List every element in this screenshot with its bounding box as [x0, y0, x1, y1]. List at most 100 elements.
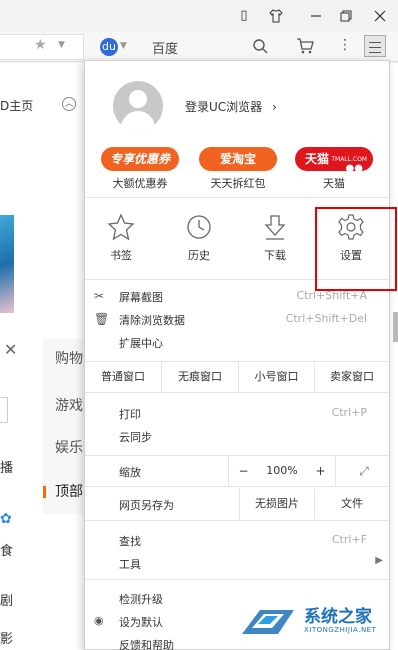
toolbar: ★ ▼ du ▼ 百度 ⋮ — [0, 32, 398, 62]
chevron-down-icon[interactable]: ▼ — [58, 40, 65, 50]
promo-taobao[interactable]: 爱淘宝 天天拆红包 — [199, 147, 277, 191]
watermark-subtext: XITONGZHIJIA.NET — [304, 626, 377, 634]
save-lossless-image[interactable]: 无损图片 — [239, 489, 315, 519]
fullscreen-icon[interactable]: ⤢ — [339, 456, 389, 486]
watermark-logo-icon — [242, 610, 294, 634]
tool-downloads[interactable]: 下载 — [251, 213, 299, 263]
zoom-value: 100% — [266, 464, 298, 477]
trash-icon: 🗑 — [94, 312, 110, 326]
menu-item-print[interactable]: 打印 Ctrl+P — [85, 402, 389, 424]
menu-icon[interactable] — [364, 35, 386, 57]
tool-history[interactable]: 历史 — [175, 213, 223, 263]
settings-highlight-box — [315, 207, 397, 291]
left-text-2[interactable]: 食 — [0, 540, 13, 559]
restore-icon[interactable] — [336, 6, 356, 26]
save-file[interactable]: 文件 — [315, 489, 389, 519]
banner-image[interactable] — [0, 215, 14, 313]
menu-item-extensions[interactable]: 扩展中心 — [85, 331, 389, 353]
watermark: 系统之家 XITONGZHIJIA.NET — [238, 600, 396, 648]
cat-icon: ●● — [345, 163, 363, 174]
zoom-in-button[interactable]: + — [306, 456, 336, 486]
radio-icon: ◉ — [94, 614, 104, 627]
window-mode-seller[interactable]: 卖家窗口 — [315, 362, 389, 392]
menu-item-cloud-sync-label: 云同步 — [119, 431, 152, 444]
divider — [85, 197, 389, 198]
engine-chevron-icon[interactable]: ▼ — [120, 41, 127, 51]
star-icon[interactable]: ★ — [34, 37, 47, 53]
window-mode-small[interactable]: 小号窗口 — [239, 362, 315, 392]
shirt-icon[interactable] — [266, 6, 286, 26]
menu-item-tools-label: 工具 — [119, 558, 141, 571]
clock-icon — [187, 215, 211, 239]
window-mode-incognito[interactable]: 无痕窗口 — [162, 362, 239, 392]
tool-bookmarks[interactable]: 书签 — [97, 213, 145, 263]
active-indicator — [43, 486, 46, 498]
login-label: 登录UC浏览器 — [185, 100, 263, 114]
search-engine-label[interactable]: 百度 — [152, 38, 178, 57]
left-text-1[interactable]: 播 — [0, 457, 13, 476]
watermark-text: 系统之家 — [304, 607, 372, 627]
chevron-right-icon: › — [272, 100, 277, 114]
star-icon — [107, 213, 135, 241]
save-page-label[interactable]: 网页另存为 — [119, 497, 174, 513]
menu-item-feedback-label: 反馈和帮助 — [119, 639, 174, 650]
zoom-out-button[interactable]: − — [228, 456, 258, 486]
scissors-icon: ✂ — [94, 289, 105, 303]
baidu-icon[interactable]: du — [100, 38, 118, 56]
side-item-games[interactable]: 游戏 — [55, 395, 83, 415]
promo-row: 专享优惠券 大额优惠券 爱淘宝 天天拆红包 天猫 TMALL.COM ●● 天猫 — [99, 147, 379, 191]
menu-item-tools[interactable]: 工具 ▶ — [85, 552, 389, 574]
menu-item-find[interactable]: 查找 Ctrl+F — [85, 529, 389, 551]
promo-taobao-label: 天天拆红包 — [210, 177, 266, 190]
promo-coupon[interactable]: 专享优惠券 大额优惠券 — [101, 147, 179, 191]
title-bar: ▯ — [0, 0, 398, 32]
page-scrollbar[interactable] — [393, 312, 398, 342]
tool-downloads-label: 下载 — [264, 249, 286, 262]
menu-item-check-update-label: 检测升级 — [119, 593, 163, 606]
menu-item-extensions-label: 扩展中心 — [119, 337, 163, 350]
save-page-row: 网页另存为 无损图片 文件 — [85, 489, 389, 521]
left-input-fragment[interactable] — [0, 397, 8, 423]
login-link[interactable]: 登录UC浏览器 › — [185, 98, 277, 115]
left-text-3[interactable]: 剧 — [0, 590, 13, 609]
main-menu: 登录UC浏览器 › 专享优惠券 大额优惠券 爱淘宝 天天拆红包 天猫 TMALL… — [84, 60, 390, 650]
tool-history-label: 历史 — [188, 249, 210, 262]
window-mode-row: 普通窗口 无痕窗口 小号窗口 卖家窗口 — [85, 361, 389, 393]
search-icon[interactable] — [252, 38, 268, 58]
shortcut-find: Ctrl+F — [331, 533, 367, 546]
promo-coupon-label: 大额优惠券 — [112, 177, 168, 190]
promo-taobao-pill: 爱淘宝 — [199, 147, 277, 171]
tool-bookmarks-label: 书签 — [110, 249, 132, 262]
more-icon[interactable]: ⋮ — [338, 37, 352, 53]
phone-icon[interactable]: ▯ — [234, 6, 254, 26]
divider — [85, 579, 389, 580]
side-item-entertainment[interactable]: 娱乐 — [55, 437, 83, 457]
home-link[interactable]: D主页 — [0, 97, 33, 114]
avatar[interactable] — [113, 81, 163, 131]
zoom-label: 缩放 — [119, 466, 141, 479]
close-icon[interactable] — [370, 6, 390, 26]
left-text-4[interactable]: 影 — [0, 628, 13, 647]
chevron-right-icon: ▶ — [375, 555, 383, 566]
promo-tmall-pill: 天猫 TMALL.COM ●● — [295, 147, 373, 174]
close-icon[interactable]: ✕ — [4, 340, 17, 359]
zoom-row: 缩放 − 100% + ⤢ — [85, 455, 389, 487]
menu-item-clear-data[interactable]: 🗑 清除浏览数据 Ctrl+Shift+Del — [85, 308, 389, 330]
minimize-icon[interactable] — [306, 6, 326, 26]
shortcut-clear-data: Ctrl+Shift+Del — [285, 312, 367, 325]
flower-icon: ✿ — [0, 511, 12, 527]
menu-item-cloud-sync[interactable]: 云同步 — [85, 425, 389, 447]
download-icon — [264, 215, 286, 240]
shortcut-print: Ctrl+P — [331, 406, 367, 419]
menu-item-clear-data-label: 清除浏览数据 — [119, 314, 185, 327]
promo-tmall[interactable]: 天猫 TMALL.COM ●● 天猫 — [295, 147, 373, 191]
promo-coupon-pill: 专享优惠券 — [101, 147, 179, 171]
window-mode-normal[interactable]: 普通窗口 — [85, 362, 162, 392]
menu-item-set-default-label: 设为默认 — [119, 616, 163, 629]
menu-item-find-label: 查找 — [119, 535, 141, 548]
chevron-up-icon[interactable]: ︿ — [62, 97, 76, 111]
promo-tmall-pill-text: 天猫 — [305, 152, 330, 166]
cart-icon[interactable] — [296, 38, 314, 58]
side-item-shopping[interactable]: 购物 — [55, 348, 83, 368]
side-item-top[interactable]: 顶部 — [55, 481, 83, 501]
